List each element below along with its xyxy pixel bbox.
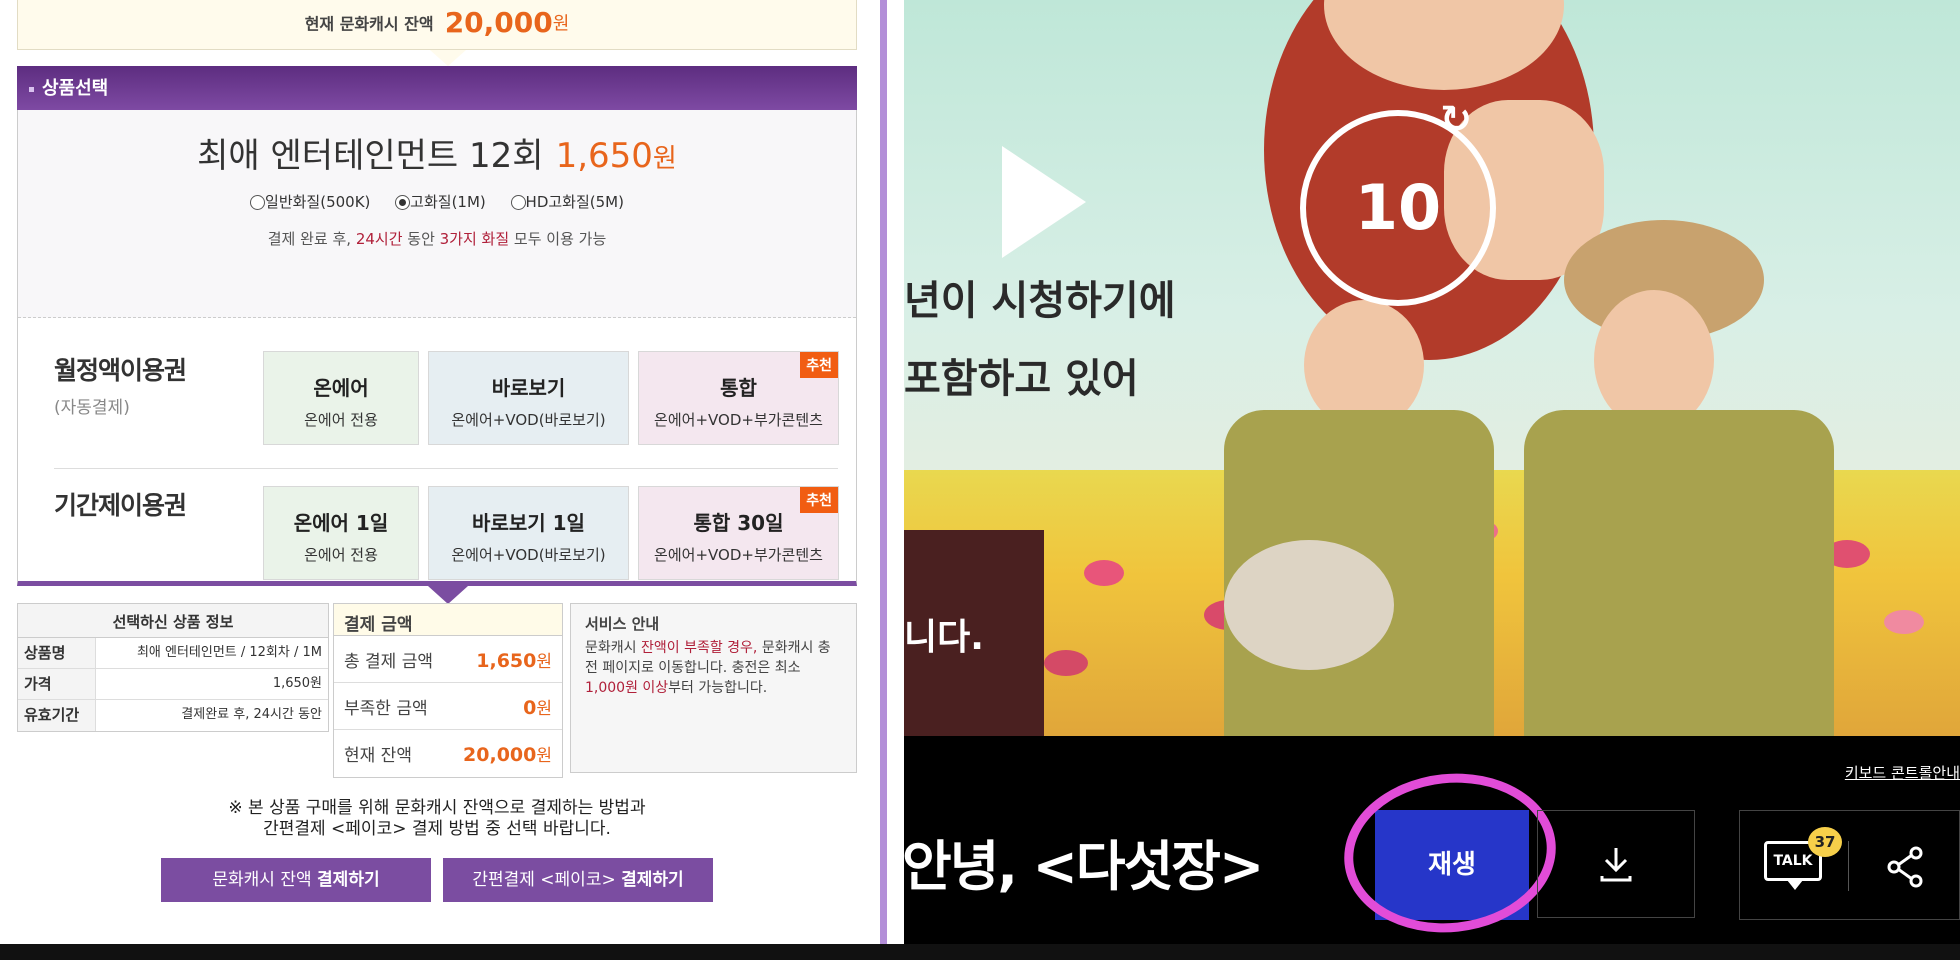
talk-share-group: TALK 37 xyxy=(1739,810,1960,920)
bullet-icon xyxy=(29,86,34,92)
service-text: 문화캐시 잔액이 부족할 경우, 문화캐시 충전 페이지로 이동합니다. 충전은… xyxy=(585,640,831,696)
pass-card-vod[interactable]: 바로보기 온에어+VOD(바로보기) xyxy=(428,351,629,445)
cash-balance-box: 현재 문화캐시 잔액 20,000원 xyxy=(17,0,857,50)
panel-notch xyxy=(428,586,468,604)
highlight-circle xyxy=(1336,763,1564,943)
period-pass-row: 기간제이용권 온에어 1일 온에어 전용 바로보기 1일 온에어+VOD(바로보기)… xyxy=(54,470,839,604)
subtitle-line: 년이 시청하기에 xyxy=(904,278,1176,324)
section-header: 상품선택 xyxy=(17,66,857,110)
pass-card-all-30day[interactable]: 추천 통합 30일 온에어+VOD+부가콘텐츠 xyxy=(638,486,839,580)
balance-unit: 원 xyxy=(552,13,570,35)
quality-option-high[interactable]: 고화질(1M) xyxy=(395,193,486,211)
monthly-pass-row: 월정액이용권 (자동결제) 온에어 온에어 전용 바로보기 온에어+VOD(바로보기… xyxy=(54,335,839,469)
balance-amount: 20,000 xyxy=(444,6,553,39)
download-button[interactable] xyxy=(1537,810,1695,918)
caption-box: 니다. xyxy=(904,530,1044,736)
download-icon xyxy=(1600,848,1632,882)
talk-count-badge: 37 xyxy=(1808,827,1842,857)
selected-product-info: 선택하신 상품 정보 상품명 최애 엔터테인먼트 / 12회차 / 1M 가격 1,… xyxy=(17,603,329,732)
pass-card-onair[interactable]: 온에어 온에어 전용 xyxy=(263,351,419,445)
recommend-badge: 추천 xyxy=(800,352,838,378)
payment-guide: ※ 본 상품 구매를 위해 문화캐시 잔액으로 결제하는 방법과 간편결제 <페… xyxy=(228,798,646,839)
divider-bar xyxy=(880,0,887,944)
product-price-unit: 원 xyxy=(652,144,677,174)
share-icon[interactable] xyxy=(1884,845,1928,889)
table-row: 유효기간 결제완료 후, 24시간 동안 xyxy=(18,700,328,731)
recommend-badge: 추천 xyxy=(800,487,838,513)
payment-header: 결제 금액 xyxy=(334,604,562,636)
product-name: 최애 엔터테인먼트 12회 xyxy=(197,136,544,176)
gap xyxy=(887,0,904,944)
pass-card-vod-1day[interactable]: 바로보기 1일 온에어+VOD(바로보기) xyxy=(428,486,629,580)
product-price: 1,650 xyxy=(555,136,653,176)
product-summary: 최애 엔터테인먼트 12회 1,650원 일반화질(500K) 고화질(1M) H… xyxy=(18,110,856,318)
service-info-box: 서비스 안내 문화캐시 잔액이 부족할 경우, 문화캐시 충전 페이지로 이동합… xyxy=(570,603,857,773)
video-title: 안녕, <다섯장> xyxy=(902,835,1264,898)
table-row: 가격 1,650원 xyxy=(18,669,328,700)
balance-notch xyxy=(430,50,466,66)
skip-forward-icon[interactable]: ↻ 10 xyxy=(1300,100,1496,306)
keyboard-help-link[interactable]: 키보드 콘트롤안내 xyxy=(1845,762,1960,783)
quality-options: 일반화질(500K) 고화질(1M) HD고화질(5M) xyxy=(18,191,856,212)
balance-label: 현재 문화캐시 잔액 xyxy=(304,14,434,34)
payment-amount-box: 결제 금액 총 결제 금액 1,650원 부족한 금액 0원 현재 잔액 20,000… xyxy=(333,603,563,778)
period-pass-title: 기간제이용권 xyxy=(54,491,187,520)
service-title: 서비스 안내 xyxy=(585,615,660,633)
quality-option-normal[interactable]: 일반화질(500K) xyxy=(250,193,370,211)
table-row: 상품명 최애 엔터테인먼트 / 12회차 / 1M xyxy=(18,638,328,669)
radio-checked-icon[interactable] xyxy=(395,195,411,210)
table-row: 현재 잔액 20,000원 xyxy=(344,744,552,766)
player-controls: 키보드 콘트롤안내 안녕, <다섯장> 재생 TALK 37 xyxy=(902,736,1960,944)
radio-icon[interactable] xyxy=(510,195,526,210)
radio-icon[interactable] xyxy=(250,195,266,210)
bottom-strip xyxy=(0,944,1960,960)
section-title: 상품선택 xyxy=(42,78,109,99)
subtitle-line: 포함하고 있어 xyxy=(904,356,1139,402)
purchase-panel: 현재 문화캐시 잔액 20,000원 상품선택 최애 엔터테인먼트 12회 1,6… xyxy=(0,0,880,944)
quality-option-hd[interactable]: HD고화질(5M) xyxy=(510,193,624,211)
play-icon[interactable] xyxy=(1002,146,1086,258)
divider xyxy=(1848,841,1849,891)
rotate-arrow-icon: ↻ xyxy=(1440,97,1472,141)
product-title: 최애 엔터테인먼트 12회 1,650원 xyxy=(18,110,856,177)
payco-pay-button[interactable]: 간편결제 <페이코> 결제하기 xyxy=(443,858,713,902)
monthly-pass-title: 월정액이용권 xyxy=(54,356,187,385)
pass-card-all[interactable]: 추천 통합 온에어+VOD+부가콘텐츠 xyxy=(638,351,839,445)
product-panel: 최애 엔터테인먼트 12회 1,650원 일반화질(500K) 고화질(1M) H… xyxy=(17,110,857,586)
cash-pay-button[interactable]: 문화캐시 잔액 결제하기 xyxy=(161,858,431,902)
monthly-pass-sub: (자동결제) xyxy=(54,398,130,418)
video-player[interactable]: 년이 시청하기에 포함하고 있어 니다. ↻ 10 xyxy=(904,0,1960,736)
usage-note: 결제 완료 후, 24시간 동안 3가지 화질 모두 이용 가능 xyxy=(267,230,607,248)
table-row: 총 결제 금액 1,650원 xyxy=(334,636,562,683)
table-row: 부족한 금액 0원 xyxy=(334,683,562,730)
info-header: 선택하신 상품 정보 xyxy=(18,604,328,638)
pass-card-onair-1day[interactable]: 온에어 1일 온에어 전용 xyxy=(263,486,419,580)
